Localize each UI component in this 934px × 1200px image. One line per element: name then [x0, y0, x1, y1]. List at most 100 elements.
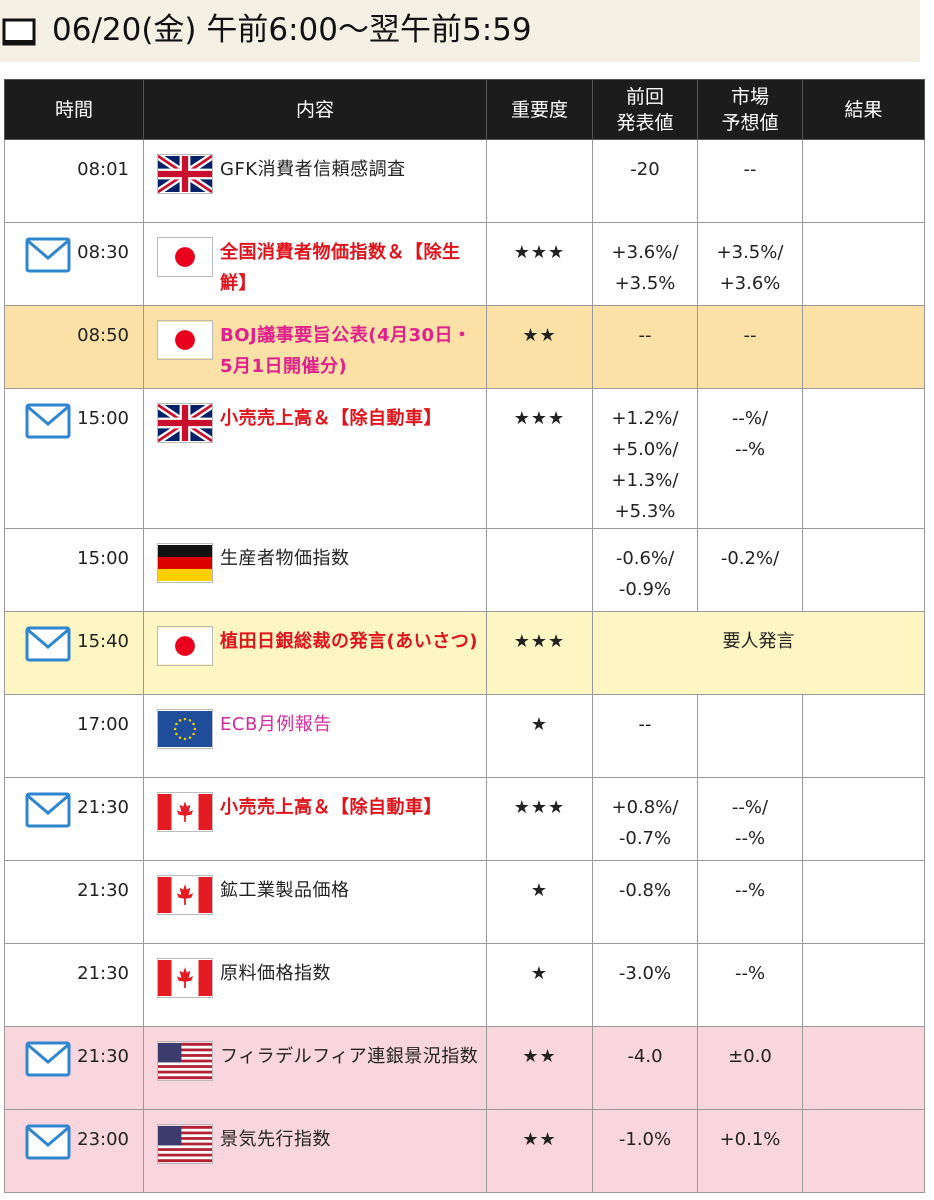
previous-cell-value: -0.6%/: [615, 548, 675, 569]
importance-cell: ★★★: [486, 222, 593, 306]
event-name[interactable]: 小売売上高＆【除自動車】: [220, 403, 486, 434]
result-cell: [802, 528, 925, 612]
previous-cell: +1.2%/ +5.0%/ +1.3%/ +5.3%: [592, 388, 698, 529]
event-name[interactable]: ECB月例報告: [220, 709, 486, 740]
previous-cell: --: [592, 694, 698, 778]
previous-cell: +0.8%/ -0.7%: [592, 777, 698, 861]
result-cell: [802, 694, 925, 778]
event-name: 鉱工業製品価格: [220, 880, 350, 901]
forecast-cell-value: --%: [734, 880, 766, 901]
result-cell: [802, 305, 925, 389]
previous-cell-value: +1.3%/: [611, 470, 679, 491]
time-cell: 08:50: [4, 305, 144, 389]
time-text: 23:00: [77, 1129, 129, 1150]
table-row[interactable]: 21:30 小売売上高＆【除自動車】 ★★★ +0.8%/ -0.7% --%/ --%: [4, 777, 925, 861]
mail-icon[interactable]: [25, 403, 71, 439]
previous-cell-value: --: [638, 714, 652, 735]
mail-icon[interactable]: [25, 237, 71, 273]
time-text: 08:30: [77, 242, 129, 263]
col-content-header: 内容: [143, 79, 487, 140]
event-name[interactable]: 全国消費者物価指数＆【除生鮮】: [220, 237, 486, 299]
table-row[interactable]: 21:30 鉱工業製品価格 ★ -0.8% --%: [4, 860, 925, 944]
table-row[interactable]: 15:40 植田日銀総裁の発言(あいさつ) ★★★ 要人発言: [4, 611, 925, 695]
table-row[interactable]: 15:00 小売売上高＆【除自動車】 ★★★ +1.2%/ +5.0%/ +1.3%/ +5…: [4, 388, 925, 529]
previous-cell: -4.0: [592, 1026, 698, 1110]
time-cell: 17:00: [4, 694, 144, 778]
importance-cell: ★: [486, 860, 593, 944]
uk-flag-icon: [157, 403, 213, 443]
uk-flag-icon: [157, 154, 213, 194]
event-name[interactable]: 植田日銀総裁の発言(あいさつ): [220, 626, 486, 657]
table-row[interactable]: 21:30 フィラデルフィア連銀景況指数 ★★ -4.0 ±0.0: [4, 1026, 925, 1110]
event-cell: 全国消費者物価指数＆【除生鮮】: [143, 222, 487, 306]
importance-cell: ★: [486, 943, 593, 1027]
time-text: 08:50: [77, 325, 129, 346]
jp-flag-icon: [157, 237, 213, 277]
event-name: GFK消費者信頼感調査: [220, 159, 406, 180]
table-row[interactable]: 21:30 原料価格指数 ★ -3.0% --%: [4, 943, 925, 1027]
table-row[interactable]: 08:30 全国消費者物価指数＆【除生鮮】 ★★★ +3.6%/ +3.5% +3.5%/…: [4, 222, 925, 306]
importance-cell: [486, 528, 593, 612]
table-row[interactable]: 15:00 生産者物価指数 -0.6%/ -0.9% -0.2%/: [4, 528, 925, 612]
previous-cell-value: +3.6%/: [611, 242, 679, 263]
table-row[interactable]: 23:00 景気先行指数 ★★ -1.0% +0.1%: [4, 1109, 925, 1193]
col-forecast-header: 市場 予想値: [697, 79, 803, 140]
previous-cell-value: +5.0%/: [611, 439, 679, 460]
event-name: 景気先行指数: [220, 1129, 331, 1150]
previous-cell: +3.6%/ +3.5%: [592, 222, 698, 306]
forecast-cell: --: [697, 305, 803, 389]
importance-cell: ★★★: [486, 611, 593, 695]
time-text: 21:30: [77, 963, 129, 984]
result-cell: [802, 943, 925, 1027]
forecast-cell-value: --: [743, 159, 757, 180]
forecast-cell-value: +3.6%: [719, 273, 781, 294]
previous-cell: -20: [592, 139, 698, 223]
event-cell: 生産者物価指数: [143, 528, 487, 612]
previous-cell-value: +5.3%: [614, 501, 676, 522]
mail-icon[interactable]: [25, 1041, 71, 1077]
event-name[interactable]: 小売売上高＆【除自動車】: [220, 792, 486, 823]
table-header-row: 時間 内容 重要度 前回 発表値 市場 予想値 結果: [4, 79, 925, 140]
mail-icon[interactable]: [25, 792, 71, 828]
forecast-cell: [697, 694, 803, 778]
economic-calendar-table: 時間 内容 重要度 前回 発表値 市場 予想値 結果 08:01 GFK消費者信頼感調査 -20-…: [4, 79, 925, 1193]
forecast-cell: --%: [697, 943, 803, 1027]
table-body: 08:01 GFK消費者信頼感調査 -20 -- 08:30 全国消費者物価指数＆【除生鮮…: [4, 139, 925, 1193]
event-cell: 鉱工業製品価格: [143, 860, 487, 944]
event-name[interactable]: BOJ議事要旨公表(4月30日・5月1日開催分): [220, 320, 486, 382]
table-row[interactable]: 08:01 GFK消費者信頼感調査 -20 --: [4, 139, 925, 223]
ca-flag-icon: [157, 875, 213, 915]
forecast-cell-value: +3.5%/: [716, 242, 784, 263]
forecast-cell: --%/ --%: [697, 777, 803, 861]
us-flag-icon: [157, 1041, 213, 1081]
event-name: フィラデルフィア連銀景況指数: [220, 1046, 479, 1067]
header-label: 時間: [54, 98, 93, 121]
previous-cell-value: +0.8%/: [611, 797, 679, 818]
event-cell: フィラデルフィア連銀景況指数: [143, 1026, 487, 1110]
forecast-cell: +3.5%/ +3.6%: [697, 222, 803, 306]
table-row[interactable]: 08:50 BOJ議事要旨公表(4月30日・5月1日開催分) ★★ -- --: [4, 305, 925, 389]
forecast-cell-value: +0.1%: [719, 1129, 781, 1150]
col-importance-header: 重要度: [486, 79, 593, 140]
result-cell: [802, 388, 925, 529]
header-label: 市場: [730, 85, 769, 108]
table-row[interactable]: 17:00 ECB月例報告 ★ --: [4, 694, 925, 778]
time-cell: 15:00: [4, 528, 144, 612]
mail-icon[interactable]: [25, 1124, 71, 1160]
previous-cell: --: [592, 305, 698, 389]
result-cell: [802, 777, 925, 861]
previous-cell-value: -0.9%: [618, 579, 672, 600]
previous-cell-value: -0.7%: [618, 828, 672, 849]
result-cell: [802, 139, 925, 223]
time-text: 21:30: [77, 1046, 129, 1067]
time-cell: 15:00: [4, 388, 144, 529]
time-text: 15:00: [77, 408, 129, 429]
event-cell: BOJ議事要旨公表(4月30日・5月1日開催分): [143, 305, 487, 389]
de-flag-icon: [157, 543, 213, 583]
previous-cell-value: --: [638, 325, 652, 346]
mail-icon[interactable]: [25, 626, 71, 662]
event-cell: GFK消費者信頼感調査: [143, 139, 487, 223]
forecast-cell-value: ±0.0: [728, 1046, 772, 1067]
previous-cell-value: +3.5%: [614, 273, 676, 294]
forecast-cell-value: --%/: [731, 797, 769, 818]
